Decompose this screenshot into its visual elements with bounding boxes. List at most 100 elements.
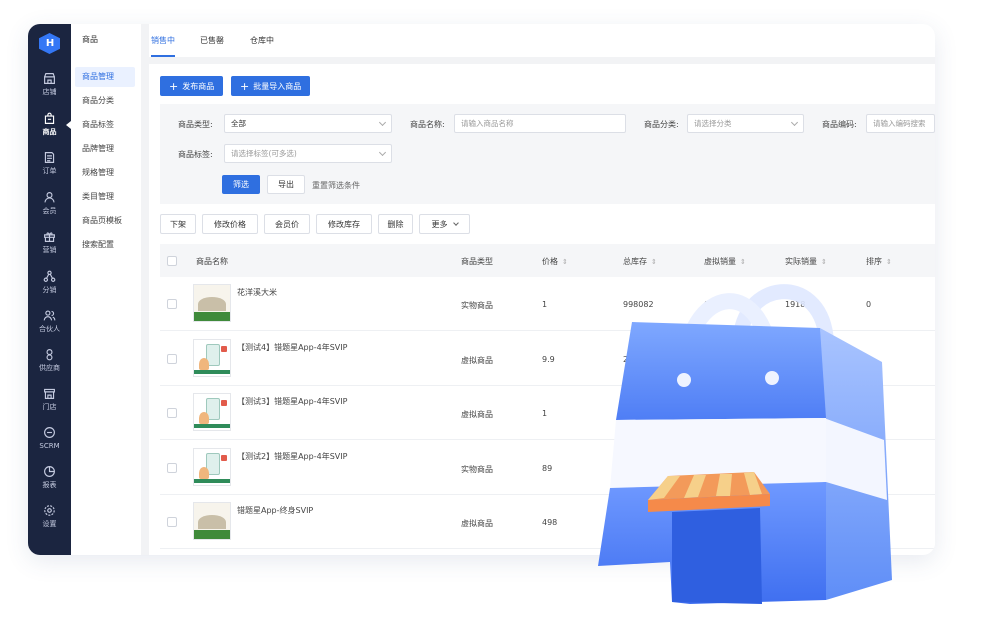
code-label: 商品编码:	[822, 120, 857, 129]
rail-item-partner[interactable]: 合伙人	[28, 309, 71, 347]
row-checkbox[interactable]	[167, 408, 177, 418]
col-virtual-sales[interactable]: 虚拟销量 ⇕	[704, 256, 746, 267]
plus-icon: +	[169, 79, 179, 93]
goods-bag-icon	[44, 112, 55, 124]
member-price-button[interactable]: 会员价	[264, 214, 310, 234]
product-price: 1	[542, 409, 548, 418]
rail-item-label: 供应商	[39, 364, 60, 372]
product-name[interactable]: 【测试2】错题星App-4年SVIP	[237, 451, 347, 462]
table-header: 商品名称 商品类型 价格 ⇕ 总库存 ⇕ 虚拟销量 ⇕ 实际销量 ⇕ 排序 ⇕	[160, 244, 935, 277]
brand-logo: H	[39, 33, 60, 54]
select-all-checkbox[interactable]	[167, 256, 177, 266]
subnav-item-class[interactable]: 类目管理	[75, 187, 135, 207]
chevron-down-icon	[378, 148, 387, 157]
product-price: 89	[542, 464, 553, 473]
product-thumbnail	[193, 284, 231, 322]
tab-on-sale[interactable]: 销售中	[151, 35, 175, 46]
rail-item-member[interactable]: 会员	[28, 191, 71, 229]
rail-item-goods[interactable]: 商品	[28, 112, 71, 150]
code-input[interactable]: 请输入编码搜索	[866, 114, 935, 133]
sort-icon: ⇕	[821, 258, 827, 266]
more-label: 更多	[431, 219, 448, 229]
import-label: 批量导入商品	[253, 81, 302, 91]
subnav-item-search-config[interactable]: 搜索配置	[75, 235, 135, 255]
rail-item-store[interactable]: 店铺	[28, 72, 71, 110]
chevron-down-icon	[452, 219, 459, 226]
rail-item-report[interactable]: 报表	[28, 465, 71, 503]
product-name[interactable]: 花洋溪大米	[237, 287, 277, 298]
col-virtual-sales-label: 虚拟销量	[704, 257, 736, 266]
table-row[interactable]: 【测试2】错题星App-4年SVIP 实物商品 89	[160, 441, 935, 495]
row-checkbox[interactable]	[167, 463, 177, 473]
table-row[interactable]: 花洋溪大米 实物商品 1 998082 0 1918 0	[160, 277, 935, 331]
rail-item-scrm[interactable]: SCRM	[28, 426, 71, 464]
delete-button[interactable]: 删除	[378, 214, 413, 234]
batch-import-button[interactable]: + 批量导入商品	[231, 76, 311, 96]
subnav-title: 商品	[82, 35, 98, 44]
product-price: 498	[542, 518, 558, 527]
filter-button[interactable]: 筛选	[222, 175, 260, 194]
product-price: 9.9	[542, 355, 555, 364]
product-actual-sales: 1918	[785, 300, 806, 309]
tab-in-warehouse[interactable]: 仓库中	[250, 35, 274, 46]
subnav-item-brand[interactable]: 品牌管理	[75, 139, 135, 159]
tab-sold-out[interactable]: 已售罄	[200, 35, 224, 46]
product-type: 虚拟商品	[461, 356, 493, 365]
edit-stock-button[interactable]: 修改库存	[316, 214, 372, 234]
product-thumbnail	[193, 448, 231, 486]
name-input[interactable]: 请输入商品名称	[454, 114, 626, 133]
rail-item-order[interactable]: 订单	[28, 151, 71, 189]
col-sort[interactable]: 排序 ⇕	[866, 256, 892, 267]
rail-item-settings[interactable]: 设置	[28, 504, 71, 542]
rail-item-label: SCRM	[39, 442, 60, 450]
product-type: 实物商品	[461, 301, 493, 310]
gift-icon	[44, 232, 55, 242]
rail-item-shop[interactable]: 门店	[28, 387, 71, 425]
sort-icon: ⇕	[886, 258, 892, 266]
primary-nav-rail: H 店铺 商品 订单 会员 营销 分销 合伙人 供应商 门店 SCRM 报表 设…	[28, 24, 71, 555]
subnav-item-spec[interactable]: 规格管理	[75, 163, 135, 183]
product-name[interactable]: 【测试3】错题星App-4年SVIP	[237, 396, 347, 407]
rail-item-label: 分销	[42, 286, 57, 294]
rail-item-distribution[interactable]: 分销	[28, 270, 71, 308]
tag-select[interactable]: 请选择标签(可多选)	[224, 144, 392, 163]
more-dropdown[interactable]: 更多	[419, 214, 470, 234]
delist-button[interactable]: 下架	[160, 214, 196, 234]
product-name[interactable]: 错题星App-终身SVIP	[237, 505, 313, 516]
col-actual-sales[interactable]: 实际销量 ⇕	[785, 256, 827, 267]
subnav-item-page-template[interactable]: 商品页模板	[75, 211, 135, 231]
edit-price-button[interactable]: 修改价格	[202, 214, 258, 234]
table-row[interactable]: 【测试4】错题星App-4年SVIP 虚拟商品 9.9 23	[160, 332, 935, 386]
product-thumbnail	[193, 339, 231, 377]
table-row[interactable]: 【测试3】错题星App-4年SVIP 虚拟商品 1 1	[160, 386, 935, 440]
rail-item-label: 门店	[42, 403, 57, 411]
subnav-item-goods-manage[interactable]: 商品管理	[75, 67, 135, 87]
product-price: 1	[542, 300, 548, 309]
col-price[interactable]: 价格 ⇕	[542, 256, 568, 267]
type-select[interactable]: 全部	[224, 114, 392, 133]
table-row[interactable]: 错题星App-终身SVIP 虚拟商品 498	[160, 495, 935, 549]
chevron-down-icon	[378, 118, 387, 127]
subnav-item-category[interactable]: 商品分类	[75, 91, 135, 111]
rail-item-marketing[interactable]: 营销	[28, 230, 71, 268]
supplier-icon	[46, 349, 53, 361]
row-checkbox[interactable]	[167, 354, 177, 364]
product-sort: 0	[866, 300, 872, 309]
product-type: 虚拟商品	[461, 519, 493, 528]
col-stock-label: 总库存	[623, 257, 647, 266]
reset-filters-link[interactable]: 重置筛选条件	[312, 180, 360, 191]
publish-goods-button[interactable]: + 发布商品	[160, 76, 224, 96]
sort-icon: ⇕	[562, 258, 568, 266]
col-stock[interactable]: 总库存 ⇕	[623, 256, 657, 267]
product-name[interactable]: 【测试4】错题星App-4年SVIP	[237, 342, 347, 353]
subnav-item-tags[interactable]: 商品标签	[75, 115, 135, 135]
scrm-icon	[44, 427, 55, 438]
export-button[interactable]: 导出	[267, 175, 305, 194]
row-checkbox[interactable]	[167, 299, 177, 309]
category-select[interactable]: 请选择分类	[687, 114, 804, 133]
row-checkbox[interactable]	[167, 517, 177, 527]
publish-label: 发布商品	[182, 81, 215, 91]
rail-item-supplier[interactable]: 供应商	[28, 348, 71, 386]
type-value: 全部	[231, 119, 246, 128]
chevron-down-icon	[790, 118, 799, 127]
